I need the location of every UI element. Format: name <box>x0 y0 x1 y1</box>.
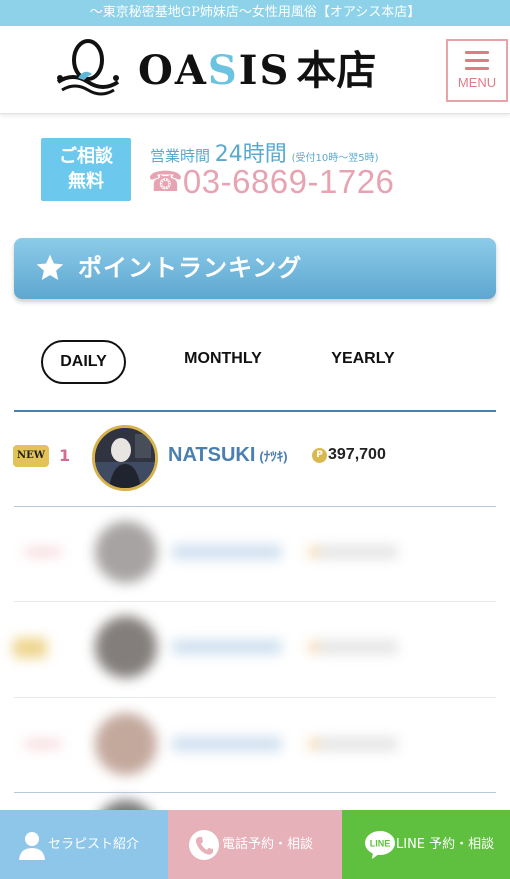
brand-suffix: IS <box>238 47 291 94</box>
tagline-text: 〜東京秘密基地GP姉妹店〜女性用風俗【オアシス本店】 <box>89 5 421 20</box>
row-divider <box>14 792 496 793</box>
menu-button[interactable]: MENU <box>446 39 508 102</box>
avatar-photo-icon <box>95 428 155 488</box>
new-badge: NEW <box>13 445 49 467</box>
star-icon <box>36 254 64 280</box>
blurred-avatar <box>95 521 157 583</box>
phone-reservation-label: 電話予約・相談 <box>222 837 314 852</box>
blurred-name <box>172 545 282 559</box>
line-reservation-button[interactable]: LINE LINE 予約・相談 <box>342 810 510 879</box>
brand-prefix: OA <box>138 47 208 94</box>
line-icon-text: LINE <box>370 839 391 849</box>
row-divider <box>14 697 496 698</box>
therapist-intro-label: セラピスト紹介 <box>48 837 140 852</box>
consult-line-2: 無料 <box>68 171 104 192</box>
tab-yearly[interactable]: YEARLY <box>318 347 408 371</box>
phone-icon <box>189 830 219 860</box>
points-icon: P <box>312 448 327 463</box>
blurred-points <box>318 545 398 559</box>
line-reservation-label: LINE 予約・相談 <box>396 837 495 852</box>
phone-reservation-button[interactable]: 電話予約・相談 <box>168 810 342 879</box>
point-ranking-banner: ポイントランキング <box>14 238 496 299</box>
phone-number: 03-6869-1726 <box>182 163 395 200</box>
oasis-logo-icon[interactable] <box>48 38 128 100</box>
tab-daily[interactable]: DAILY <box>41 340 126 384</box>
blurred-points <box>318 640 398 654</box>
brand-store: 本店 <box>296 47 377 94</box>
free-consultation-badge: ご相談 無料 <box>41 138 131 201</box>
brand-accent-letter: S <box>207 47 239 94</box>
bottom-nav: セラピスト紹介 電話予約・相談 LINE LINE 予約・相談 <box>0 810 510 879</box>
tab-monthly[interactable]: MONTHLY <box>170 347 276 371</box>
blurred-new-badge <box>13 638 47 658</box>
therapist-intro-button[interactable]: セラピスト紹介 <box>0 810 168 879</box>
blurred-points <box>318 737 398 751</box>
line-chat-icon: LINE <box>365 831 395 859</box>
ranking-row[interactable]: NEW 1 NATSUKI (ﾅﾂｷ) P 397,700 <box>0 410 510 505</box>
person-icon <box>19 832 45 860</box>
site-header: OASIS 本店 MENU <box>0 26 510 114</box>
hamburger-icon <box>465 51 489 70</box>
therapist-avatar[interactable] <box>92 425 158 491</box>
blurred-avatar <box>95 713 157 775</box>
phone-icon: ☎ <box>148 165 183 198</box>
consult-line-1: ご相談 <box>59 146 113 167</box>
blurred-avatar <box>95 616 157 678</box>
ranking-title: ポイントランキング <box>78 254 303 282</box>
top-tagline-bar: 〜東京秘密基地GP姉妹店〜女性用風俗【オアシス本店】 <box>0 0 510 26</box>
menu-label: MENU <box>457 75 497 90</box>
therapist-name-kana: (ﾅﾂｷ) <box>259 449 288 464</box>
phone-link[interactable]: ☎03-6869-1726 <box>148 164 394 200</box>
therapist-name[interactable]: NATSUKI (ﾅﾂｷ) <box>168 444 288 467</box>
points-value: 397,700 <box>328 446 386 463</box>
therapist-name-text: NATSUKI <box>168 444 256 466</box>
blurred-rank-mark <box>24 740 62 748</box>
rank-number: 1 <box>59 446 71 465</box>
blurred-name <box>172 737 282 751</box>
row-divider <box>14 506 496 507</box>
blurred-rank-mark <box>24 548 62 556</box>
row-divider <box>14 601 496 602</box>
brand-logo-text[interactable]: OASIS 本店 <box>138 46 376 96</box>
blurred-name <box>172 640 282 654</box>
